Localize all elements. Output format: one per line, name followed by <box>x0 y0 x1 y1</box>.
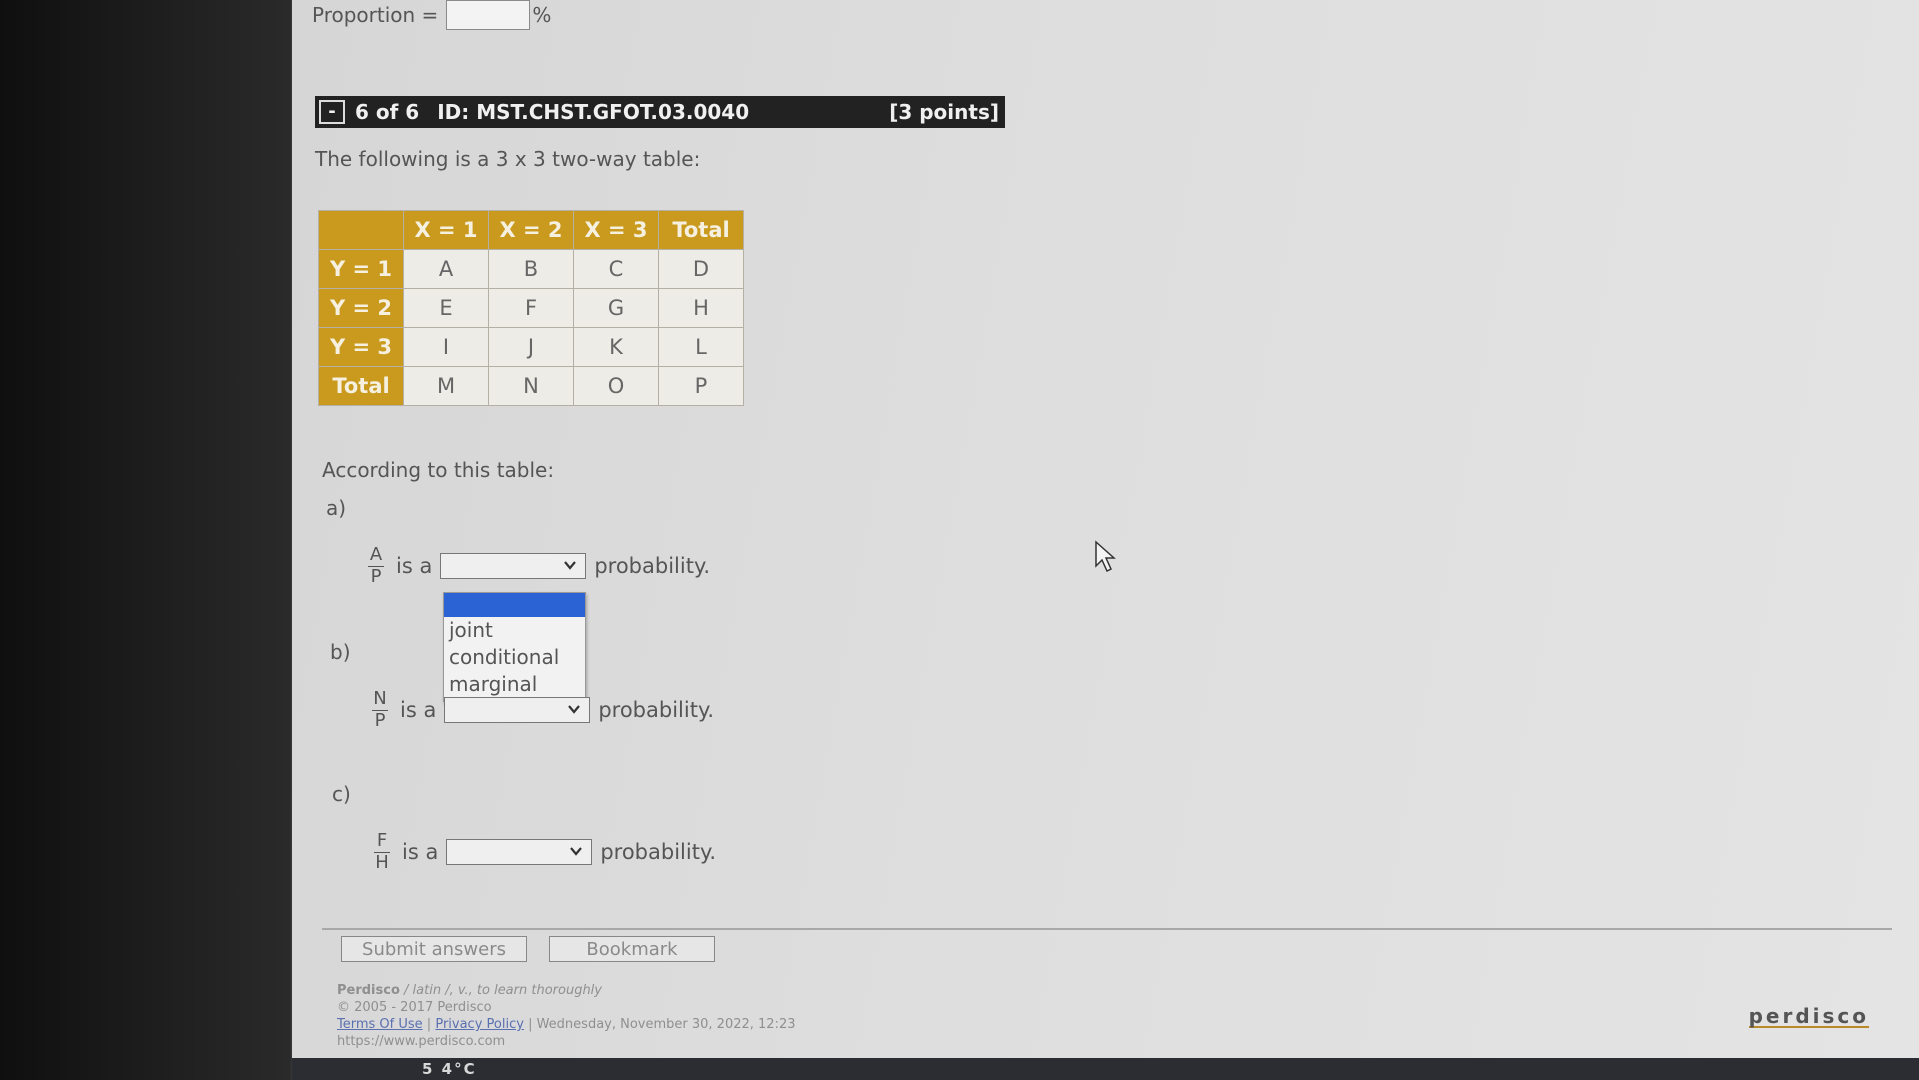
table-row: Y = 2 E F G H <box>318 288 744 328</box>
proportion-input[interactable] <box>446 0 531 30</box>
table-cell: C <box>573 249 659 289</box>
table-cell: A <box>403 249 489 289</box>
table-cell: H <box>658 288 744 328</box>
dropdown-option-blank[interactable] <box>444 593 585 617</box>
collapse-button[interactable]: - <box>319 100 345 124</box>
prefix-text: is a <box>402 840 439 865</box>
submit-answers-button[interactable]: Submit answers <box>341 936 527 962</box>
two-way-table: X = 1 X = 2 X = 3 Total Y = 1 A B C D Y … <box>318 210 744 406</box>
bookmark-button[interactable]: Bookmark <box>549 936 715 962</box>
denominator: P <box>374 709 386 731</box>
table-row: Y = 1 A B C D <box>318 249 744 289</box>
table-cell: L <box>658 327 744 367</box>
numerator: N <box>373 688 387 709</box>
screen: Proportion = % - 6 of 6 ID: MST.CHST.GFO… <box>0 0 1919 1080</box>
denominator: P <box>370 565 382 587</box>
according-text: According to this table: <box>322 458 555 482</box>
taskbar-weather: 5 4°C <box>422 1060 477 1078</box>
table-cell: D <box>658 249 744 289</box>
question-intro: The following is a 3 x 3 two-way table: <box>315 147 701 171</box>
column-header: X = 1 <box>403 210 489 250</box>
table-cell: J <box>488 327 574 367</box>
question-id: ID: MST.CHST.GFOT.03.0040 <box>437 100 750 124</box>
dropdown-option-conditional[interactable]: conditional <box>444 644 585 671</box>
prefix-text: is a <box>400 698 437 723</box>
taskbar: 5 4°C <box>292 1058 1919 1080</box>
fraction-f-h: F H <box>374 830 390 873</box>
chevron-down-icon <box>567 701 581 720</box>
part-a-question: A P is a probability. <box>368 544 711 587</box>
table-cell: P <box>658 366 744 406</box>
row-header: Y = 2 <box>318 288 404 328</box>
footer-tagline: / latin /, v., to learn thoroughly <box>404 983 602 998</box>
column-header: X = 3 <box>573 210 659 250</box>
table-cell: O <box>573 366 659 406</box>
proportion-unit: % <box>532 3 552 27</box>
suffix-text: probability. <box>594 554 711 579</box>
table-cell: K <box>573 327 659 367</box>
perdisco-logo: perdisco <box>1748 1004 1869 1028</box>
table-cell: N <box>488 366 574 406</box>
chevron-down-icon <box>563 557 577 576</box>
part-c-select[interactable] <box>446 839 593 866</box>
table-cell: F <box>488 288 574 328</box>
footer-url: https://www.perdisco.com <box>337 1034 506 1049</box>
denominator: H <box>375 851 389 873</box>
footer-datetime: | Wednesday, November 30, 2022, 12:23 <box>528 1017 796 1032</box>
footer-copyright: © 2005 - 2017 Perdisco <box>337 1000 492 1015</box>
question-points: [3 points] <box>889 100 999 124</box>
proportion-row: Proportion = % <box>312 0 551 30</box>
numerator: F <box>376 830 388 851</box>
table-cell: M <box>403 366 489 406</box>
part-b-select[interactable] <box>444 697 591 724</box>
prefix-text: is a <box>396 554 433 579</box>
question-page: Proportion = % - 6 of 6 ID: MST.CHST.GFO… <box>292 0 1919 1058</box>
part-a-dropdown-list: joint conditional marginal <box>443 592 586 702</box>
row-header: Y = 1 <box>318 249 404 289</box>
part-c-question: F H is a probability. <box>374 830 717 873</box>
footer: Perdisco / latin /, v., to learn thoroug… <box>337 982 796 1050</box>
table-cell: E <box>403 288 489 328</box>
suffix-text: probability. <box>598 698 715 723</box>
question-counter: 6 of 6 <box>355 100 420 124</box>
table-header-row: X = 1 X = 2 X = 3 Total <box>318 210 744 250</box>
column-header: Total <box>658 210 744 250</box>
table-row: Y = 3 I J K L <box>318 327 744 367</box>
mouse-cursor-icon <box>1094 540 1118 578</box>
table-cell: B <box>488 249 574 289</box>
part-b-question: N P is a probability. <box>372 688 715 731</box>
question-header: - 6 of 6 ID: MST.CHST.GFOT.03.0040 [3 po… <box>315 96 1005 128</box>
part-a-select[interactable] <box>440 553 587 580</box>
table-cell: I <box>403 327 489 367</box>
privacy-link[interactable]: Privacy Policy <box>435 1017 524 1032</box>
table-cell: G <box>573 288 659 328</box>
part-c-label: c) <box>332 782 351 806</box>
part-a-label: a) <box>326 496 347 520</box>
row-header: Total <box>318 366 404 406</box>
proportion-label: Proportion = <box>312 3 439 27</box>
suffix-text: probability. <box>600 840 717 865</box>
table-corner <box>318 210 404 250</box>
part-b-label: b) <box>330 640 351 664</box>
fraction-a-p: A P <box>368 544 384 587</box>
dropdown-option-joint[interactable]: joint <box>444 617 585 644</box>
terms-link[interactable]: Terms Of Use <box>337 1017 423 1032</box>
footer-brand: Perdisco <box>337 983 400 998</box>
column-header: X = 2 <box>488 210 574 250</box>
row-header: Y = 3 <box>318 327 404 367</box>
divider <box>322 928 1892 930</box>
fraction-n-p: N P <box>372 688 388 731</box>
chevron-down-icon <box>569 843 583 862</box>
footer-separator: | <box>426 1017 432 1032</box>
table-row: Total M N O P <box>318 366 744 406</box>
numerator: A <box>369 544 383 565</box>
